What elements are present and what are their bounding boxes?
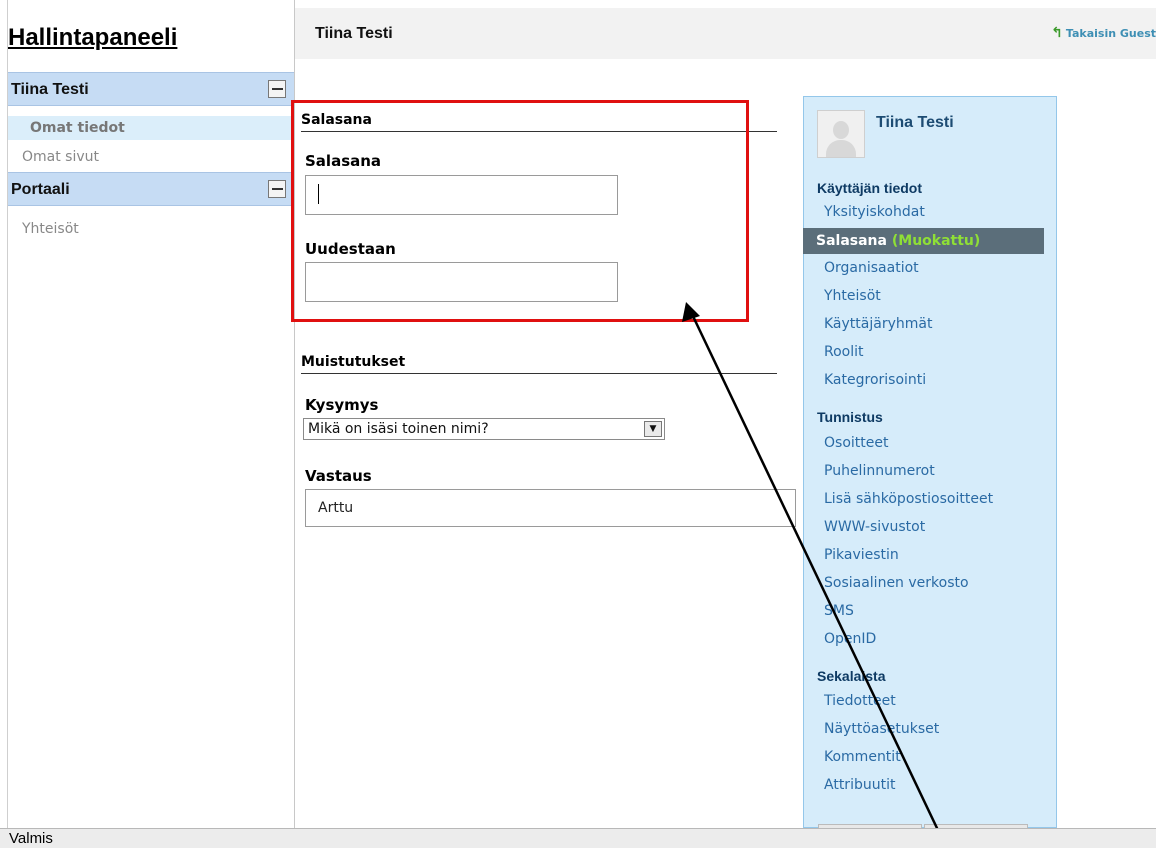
- panel-link-attribuutit[interactable]: Attribuutit: [824, 777, 895, 793]
- active-link-label: Salasana: [816, 233, 887, 249]
- sidebar-item-yhteisot[interactable]: Yhteisöt: [8, 217, 294, 241]
- back-link-label: Takaisin Guest: [1065, 27, 1156, 40]
- question-label: Kysymys: [305, 396, 379, 414]
- panel-link-kayttajaryhmat[interactable]: Käyttäjäryhmät: [824, 316, 932, 332]
- app-title: Hallintapaneeli: [8, 24, 178, 51]
- panel-link-nayttoasetukset[interactable]: Näyttöasetukset: [824, 721, 939, 737]
- question-select-value: Mikä on isäsi toinen nimi?: [308, 421, 489, 437]
- panel-link-yhteisot[interactable]: Yhteisöt: [824, 288, 881, 304]
- back-arrow-icon: ↰: [1051, 25, 1063, 41]
- sidebar-section-label: Portaali: [11, 181, 70, 198]
- panel-link-puhelinnumerot[interactable]: Puhelinnumerot: [824, 463, 935, 479]
- sidebar-section-portaali[interactable]: Portaali: [8, 172, 294, 206]
- profile-name: Tiina Testi: [876, 114, 954, 131]
- panel-link-tiedotteet[interactable]: Tiedotteet: [824, 693, 896, 709]
- back-link[interactable]: ↰ Takaisin Guest: [1051, 25, 1156, 41]
- panel-link-sms[interactable]: SMS: [824, 603, 854, 619]
- question-select[interactable]: Mikä on isäsi toinen nimi? ▼: [303, 418, 665, 440]
- group-title-tunnistus: Tunnistus: [817, 409, 883, 425]
- panel-link-sosiaalinen-verkosto[interactable]: Sosiaalinen verkosto: [824, 575, 969, 591]
- sidebar-item-omat-sivut[interactable]: Omat sivut: [8, 145, 294, 169]
- answer-label: Vastaus: [305, 467, 372, 485]
- panel-link-pikaviestin[interactable]: Pikaviestin: [824, 547, 899, 563]
- dropdown-arrow-icon[interactable]: ▼: [644, 421, 662, 437]
- highlight-box: [291, 100, 749, 322]
- reminders-section-title: Muistutukset: [301, 354, 777, 374]
- panel-link-www-sivustot[interactable]: WWW-sivustot: [824, 519, 925, 535]
- page-title: Tiina Testi: [315, 25, 393, 42]
- group-title-sekalaista: Sekalaista: [817, 668, 886, 684]
- collapse-icon[interactable]: [268, 180, 286, 198]
- sidebar-section-tiina-testi[interactable]: Tiina Testi: [8, 72, 294, 106]
- panel-link-salasana-active[interactable]: Salasana (Muokattu): [803, 228, 1044, 254]
- main-header: Tiina Testi ↰ Takaisin Guest: [295, 8, 1156, 59]
- panel-link-lisa-sahkopostiosoitteet[interactable]: Lisä sähköpostiosoitteet: [824, 491, 993, 507]
- group-title-kayttajan-tiedot: Käyttäjän tiedot: [817, 180, 923, 196]
- sidebar: Hallintapaneeli Tiina Testi Omat tiedot …: [8, 0, 295, 828]
- sidebar-section-label: Tiina Testi: [11, 81, 89, 98]
- panel-link-kategrorisointi[interactable]: Kategrorisointi: [824, 372, 926, 388]
- sidebar-item-omat-tiedot[interactable]: Omat tiedot: [8, 116, 294, 140]
- avatar: [817, 110, 865, 158]
- answer-input[interactable]: Arttu: [305, 489, 796, 527]
- panel-link-openid[interactable]: OpenID: [824, 631, 876, 647]
- modified-badge: (Muokattu): [891, 233, 981, 249]
- status-bar: Valmis: [0, 828, 1156, 848]
- status-text: Valmis: [9, 830, 53, 847]
- panel-link-kommentit[interactable]: Kommentit: [824, 749, 901, 765]
- panel-link-osoitteet[interactable]: Osoitteet: [824, 435, 888, 451]
- panel-link-yksityiskohdat[interactable]: Yksityiskohdat: [824, 204, 925, 220]
- panel-link-roolit[interactable]: Roolit: [824, 344, 864, 360]
- collapse-icon[interactable]: [268, 80, 286, 98]
- panel-link-organisaatiot[interactable]: Organisaatiot: [824, 260, 919, 276]
